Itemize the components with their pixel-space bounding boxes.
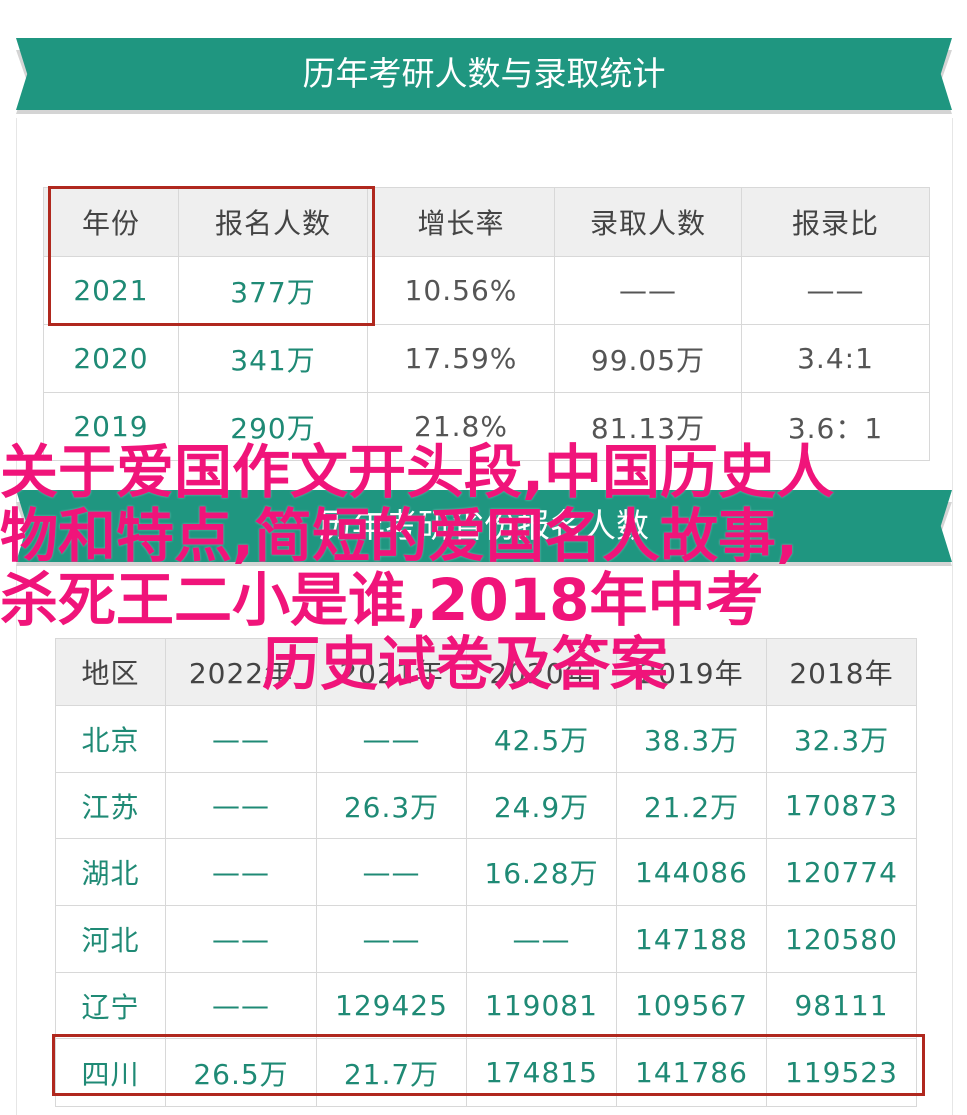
headline-overlay: 关于爱国作文开头段,中国历史人 物和特点,简短的爱国名人故事, 杀死王二小是谁,… bbox=[0, 440, 967, 696]
table-cell: —— bbox=[316, 838, 467, 906]
table-cell: —— bbox=[316, 705, 467, 773]
table-row: 2021 377万 10.56% —— —— bbox=[43, 256, 930, 325]
table-cell: 北京 bbox=[55, 705, 166, 773]
table-header-row: 年份 报名人数 增长率 录取人数 报录比 bbox=[43, 187, 930, 257]
table-cell: 24.9万 bbox=[466, 772, 617, 839]
table-cell: 湖北 bbox=[55, 838, 166, 906]
table-row: 2020 341万 17.59% 99.05万 3.4:1 bbox=[43, 324, 930, 393]
headline-line: 历史试卷及答案 bbox=[262, 630, 669, 698]
table-cell: —— bbox=[741, 256, 930, 325]
headline-line: 杀死王二小是谁,2018年中考 bbox=[0, 566, 764, 634]
header-cell: 录取人数 bbox=[554, 187, 742, 257]
table-cell: —— bbox=[165, 905, 317, 973]
table-cell: —— bbox=[165, 972, 317, 1039]
table-cell: 377万 bbox=[178, 256, 368, 325]
table-cell: 10.56% bbox=[367, 256, 555, 325]
headline-line: 关于爱国作文开头段,中国历史人 bbox=[0, 438, 835, 506]
table-row: 北京 —— —— 42.5万 38.3万 32.3万 bbox=[55, 705, 917, 773]
table-cell: 河北 bbox=[55, 905, 166, 973]
table-cell: 144086 bbox=[616, 838, 767, 906]
table-cell: 32.3万 bbox=[766, 705, 917, 773]
table-cell: 21.7万 bbox=[316, 1038, 467, 1107]
table-cell: 120774 bbox=[766, 838, 917, 906]
table-cell: 26.3万 bbox=[316, 772, 467, 839]
table-cell: —— bbox=[165, 838, 317, 906]
table-cell: 141786 bbox=[616, 1038, 767, 1107]
headline-line: 物和特点,简短的爱国名人故事, bbox=[0, 502, 799, 570]
banner-title: 历年考研人数与录取统计 bbox=[302, 54, 666, 93]
enrollment-table: 年份 报名人数 增长率 录取人数 报录比 2021 377万 10.56% ——… bbox=[43, 187, 930, 461]
table-cell: 17.59% bbox=[367, 324, 555, 393]
table-cell: —— bbox=[165, 772, 317, 839]
table-row: 江苏 —— 26.3万 24.9万 21.2万 170873 bbox=[55, 772, 917, 839]
table-cell: 江苏 bbox=[55, 772, 166, 839]
table-cell: —— bbox=[316, 905, 467, 973]
header-cell: 报名人数 bbox=[178, 187, 368, 257]
table-row: 四川 26.5万 21.7万 174815 141786 119523 bbox=[55, 1038, 917, 1107]
table-cell: 120580 bbox=[766, 905, 917, 973]
table-cell: —— bbox=[554, 256, 742, 325]
header-cell: 增长率 bbox=[367, 187, 555, 257]
table-cell: 341万 bbox=[178, 324, 368, 393]
table-cell: 98111 bbox=[766, 972, 917, 1039]
table-cell: 16.28万 bbox=[466, 838, 617, 906]
table-cell: 辽宁 bbox=[55, 972, 166, 1039]
table-cell: 42.5万 bbox=[466, 705, 617, 773]
table-cell: 21.2万 bbox=[616, 772, 767, 839]
table-cell: 147188 bbox=[616, 905, 767, 973]
header-cell: 年份 bbox=[43, 187, 179, 257]
table-cell: 99.05万 bbox=[554, 324, 742, 393]
table-cell: 119523 bbox=[766, 1038, 917, 1107]
table-cell: 119081 bbox=[466, 972, 617, 1039]
table-row: 河北 —— —— —— 147188 120580 bbox=[55, 905, 917, 973]
table-cell: 26.5万 bbox=[165, 1038, 317, 1107]
province-table: 地区 2022年 2021年 2020年 2019年 2018年 北京 —— —… bbox=[55, 638, 917, 1107]
table-cell: 2020 bbox=[43, 324, 179, 393]
table-cell: 174815 bbox=[466, 1038, 617, 1107]
table-cell: 四川 bbox=[55, 1038, 166, 1107]
table-row: 辽宁 —— 129425 119081 109567 98111 bbox=[55, 972, 917, 1039]
table-cell: 2021 bbox=[43, 256, 179, 325]
table-cell: 109567 bbox=[616, 972, 767, 1039]
table-cell: —— bbox=[466, 905, 617, 973]
table-cell: 170873 bbox=[766, 772, 917, 839]
table-cell: 129425 bbox=[316, 972, 467, 1039]
table-row: 湖北 —— —— 16.28万 144086 120774 bbox=[55, 838, 917, 906]
table-cell: 3.4:1 bbox=[741, 324, 930, 393]
header-cell: 报录比 bbox=[741, 187, 930, 257]
table-cell: —— bbox=[165, 705, 317, 773]
table-cell: 38.3万 bbox=[616, 705, 767, 773]
banner-enrollment-stats: 历年考研人数与录取统计 bbox=[16, 38, 952, 114]
